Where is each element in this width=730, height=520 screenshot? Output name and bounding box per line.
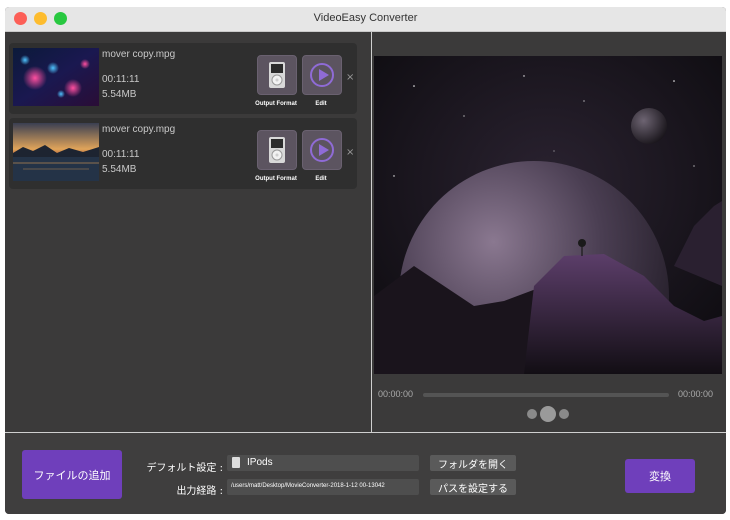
edit-play-icon xyxy=(310,63,334,87)
file-size: 5.54MB xyxy=(102,89,137,100)
playback-controls[interactable] xyxy=(527,404,569,424)
file-name: mover copy.mpg xyxy=(102,49,176,60)
default-format-value: IPods xyxy=(247,457,273,468)
default-format-select[interactable]: IPods xyxy=(227,455,419,471)
next-button[interactable] xyxy=(559,409,569,419)
convert-button[interactable]: 変換 xyxy=(625,459,695,493)
file-size: 5.54MB xyxy=(102,164,137,175)
play-button[interactable] xyxy=(540,406,556,422)
title-bar: VideoEasy Converter xyxy=(5,7,726,32)
bottom-toolbar: ファイルの追加 デフォルト設定 : IPods フォルダを開く 出力経路 : /… xyxy=(5,432,726,514)
window-title: VideoEasy Converter xyxy=(313,12,418,24)
file-list: mover copy.mpg 00:11:11 5.54MB Output Fo… xyxy=(5,32,371,432)
output-format-button[interactable] xyxy=(257,130,297,170)
previous-button[interactable] xyxy=(527,409,537,419)
total-time: 00:00:00 xyxy=(678,389,714,399)
edit-button[interactable] xyxy=(302,130,342,170)
open-folder-button[interactable]: フォルダを開く xyxy=(430,455,516,471)
output-format-button[interactable] xyxy=(257,55,297,95)
seek-bar[interactable] xyxy=(423,393,669,397)
video-thumbnail xyxy=(13,123,99,181)
close-icon[interactable]: × xyxy=(346,147,354,158)
file-name: mover copy.mpg xyxy=(102,124,176,135)
ipod-format-icon xyxy=(269,137,285,163)
edit-label: Edit xyxy=(315,176,327,182)
add-file-button[interactable]: ファイルの追加 xyxy=(22,450,122,499)
file-duration: 00:11:11 xyxy=(102,149,140,160)
video-preview[interactable] xyxy=(374,56,722,374)
output-path-label: 出力経路 : xyxy=(176,486,223,497)
output-path-field[interactable]: /users/matt/Desktop/MovieConverter-2018-… xyxy=(227,479,419,495)
preview-pane: 00:00:00 00:00:00 xyxy=(372,32,726,432)
edit-label: Edit xyxy=(315,101,327,107)
edit-button[interactable] xyxy=(302,55,342,95)
file-duration: 00:11:11 xyxy=(102,74,140,85)
output-path-value: /users/matt/Desktop/MovieConverter-2018-… xyxy=(231,483,385,489)
app-window: VideoEasy Converter mover copy.mpg 00:11… xyxy=(5,7,726,514)
edit-play-icon xyxy=(310,138,334,162)
file-item[interactable]: mover copy.mpg 00:11:11 5.54MB Output Fo… xyxy=(9,118,357,189)
default-setting-label: デフォルト設定 : xyxy=(146,463,223,474)
current-time: 00:00:00 xyxy=(378,389,414,399)
close-icon[interactable]: × xyxy=(346,72,354,83)
video-thumbnail xyxy=(13,48,99,106)
ipod-format-icon xyxy=(269,62,285,88)
set-path-button[interactable]: パスを設定する xyxy=(430,479,516,495)
ipod-icon xyxy=(232,457,240,468)
file-item[interactable]: mover copy.mpg 00:11:11 5.54MB Output Fo… xyxy=(9,43,357,114)
